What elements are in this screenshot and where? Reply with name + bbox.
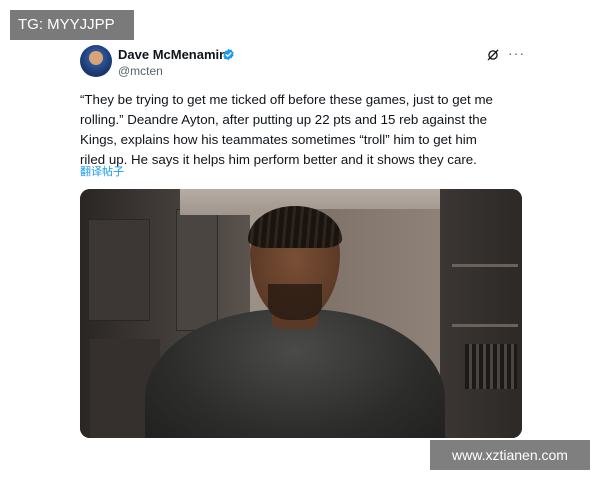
author-name[interactable]: Dave McMenamin (118, 47, 227, 62)
translate-post-link[interactable]: 翻译帖子 (80, 166, 124, 179)
tweet-media-photo[interactable] (80, 189, 522, 438)
author-avatar[interactable] (80, 45, 112, 77)
grok-icon[interactable] (486, 48, 500, 62)
person-beard (268, 284, 322, 320)
tweet-text-line: Kings, explains how his teammates someti… (80, 132, 477, 147)
tweet-text-line: riled up. He says it helps him perform b… (80, 152, 477, 167)
tweet-text: “They be trying to get me ticked off bef… (80, 90, 530, 170)
hangers (465, 344, 517, 389)
locker-door (88, 219, 150, 321)
locker-wall-right (440, 189, 522, 438)
locker-door (176, 209, 218, 331)
tweet-text-line: rolling.” Deandre Ayton, after putting u… (80, 112, 488, 127)
locker-shelf (452, 324, 518, 327)
more-options-icon[interactable]: ··· (508, 46, 524, 60)
author-handle[interactable]: @mcten (118, 64, 163, 78)
watermark-top-left: TG: MYYJJPP (10, 10, 134, 40)
tweet-text-line: “They be trying to get me ticked off bef… (80, 92, 493, 107)
locker-shelf (452, 264, 518, 267)
watermark-bottom-right: www.xztianen.com (430, 440, 590, 470)
verified-badge-icon (223, 48, 234, 61)
